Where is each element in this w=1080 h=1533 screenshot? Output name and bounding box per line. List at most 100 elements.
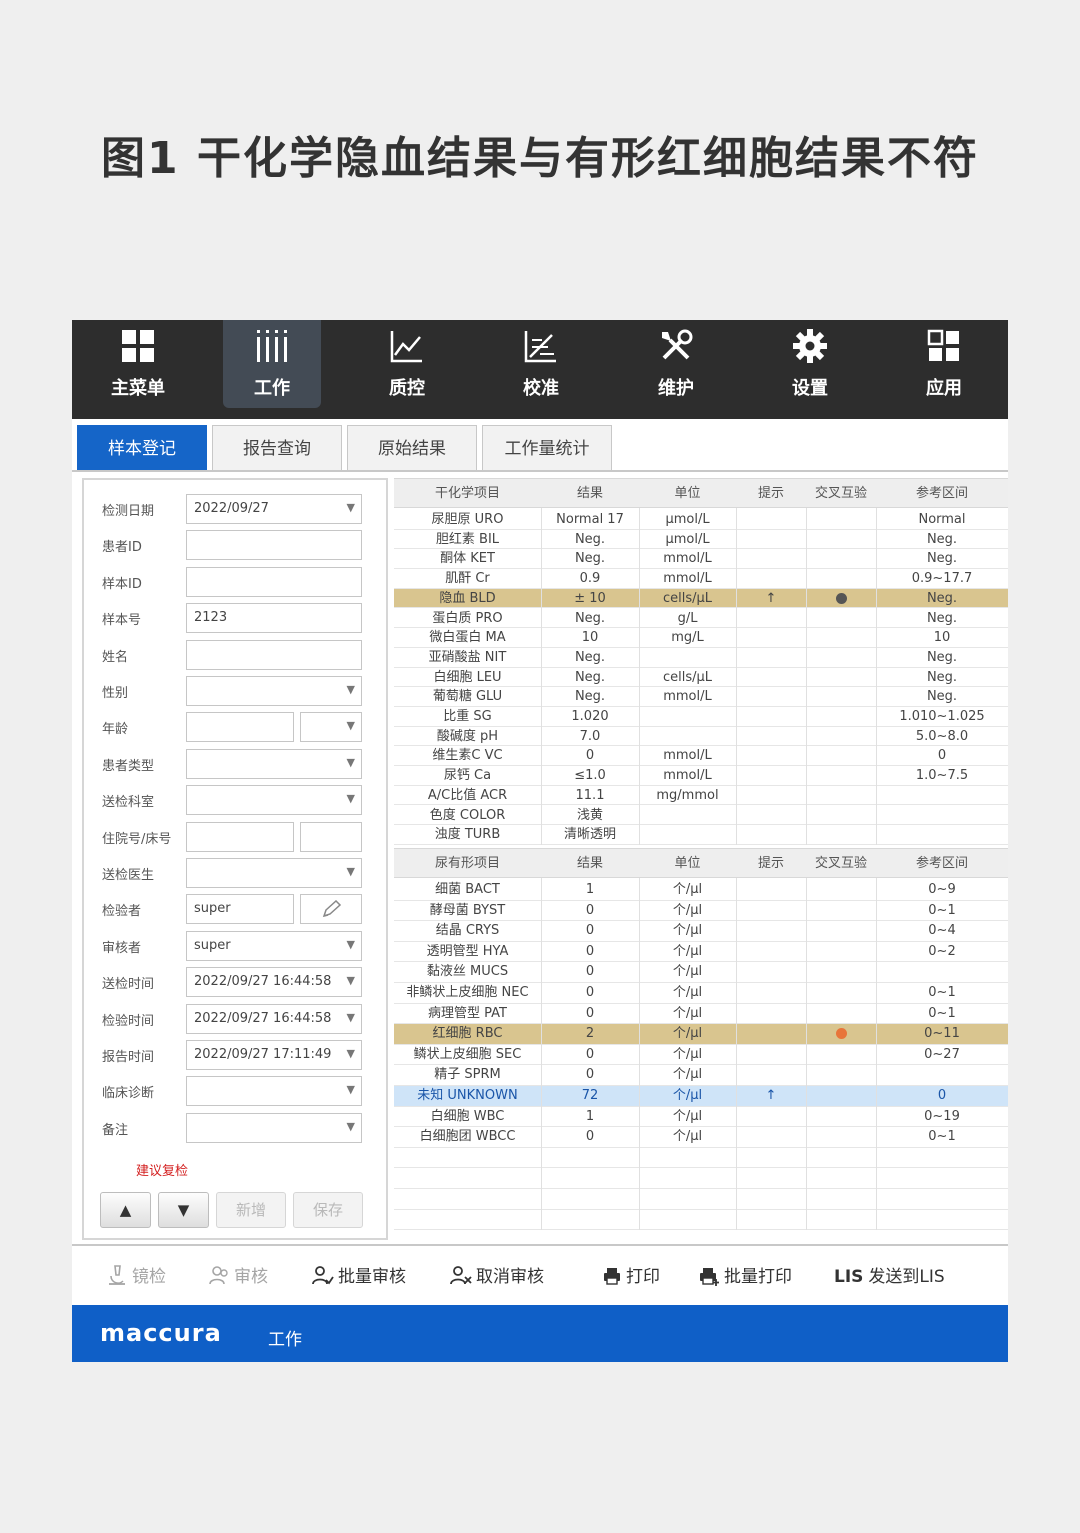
table-row[interactable]: 细菌 BACT 1 个/μl 0~9 xyxy=(394,880,1008,901)
form-select[interactable]: ▼ xyxy=(186,676,362,706)
table-row[interactable]: 色度 COLOR 浅黄 xyxy=(394,806,1008,826)
form-input[interactable]: super xyxy=(186,894,294,925)
tab-workload-stats[interactable]: 工作量统计 xyxy=(482,425,612,471)
table-cell: mmol/L xyxy=(663,551,712,567)
table-row[interactable]: 肌酐 Cr 0.9 mmol/L 0.9~17.7 xyxy=(394,569,1008,589)
table-row[interactable]: 红细胞 RBC 2 个/μl 0~11 xyxy=(394,1024,1008,1045)
form-select[interactable]: ▼ xyxy=(186,748,362,779)
table-row[interactable]: 结晶 CRYS 0 个/μl 0~4 xyxy=(394,921,1008,942)
table-row[interactable]: A/C比值 ACR 11.1 mg/mmol xyxy=(394,786,1008,806)
table-row[interactable] xyxy=(394,1210,1008,1231)
table-row[interactable]: 酮体 KET Neg. mmol/L Neg. xyxy=(394,549,1008,570)
edit-button[interactable] xyxy=(300,894,362,925)
table-row[interactable]: 比重 SG 1.020 1.010~1.025 xyxy=(394,707,1008,727)
column-header: 提示 xyxy=(757,486,784,501)
form-input[interactable] xyxy=(186,639,362,670)
tab-sample-registration[interactable]: 样本登记 xyxy=(77,425,207,471)
table-row[interactable]: 尿钙 Ca ≤1.0 mmol/L 1.0~7.5 xyxy=(394,766,1008,786)
table-row[interactable]: 鳞状上皮细胞 SEC 0 个/μl 0~27 xyxy=(394,1045,1008,1066)
table-cell: 色度 COLOR xyxy=(429,807,506,823)
table-row[interactable]: 尿胆原 URO Normal 17 μmol/L Normal xyxy=(394,510,1008,530)
next-sample-button[interactable]: ▼ xyxy=(158,1192,209,1228)
table-row[interactable]: 透明管型 HYA 0 个/μl 0~2 xyxy=(394,942,1008,963)
table-row[interactable]: 蛋白质 PRO Neg. g/L Neg. xyxy=(394,609,1008,629)
app-window: 主菜单 工作 质控 校准 维护 设置 应用 样本登记 报告查询 原始结果 工作量… xyxy=(72,320,1008,1362)
form-label: 送检时间 xyxy=(102,977,155,993)
table-cell: 1.010~1.025 xyxy=(899,709,985,724)
action-printer-button[interactable]: 打印 xyxy=(602,1262,660,1287)
form-input[interactable]: 2123 xyxy=(186,603,362,634)
table-cell: 肌酐 Cr xyxy=(445,571,490,587)
table-row[interactable]: 非鳞状上皮细胞 NEC 0 个/μl 0~1 xyxy=(394,983,1008,1004)
table-row[interactable] xyxy=(394,1168,1008,1189)
form-select[interactable]: 2022/09/27 ▼ xyxy=(186,494,362,524)
action-batch-print-button[interactable]: 批量打印 xyxy=(698,1262,792,1287)
table-cell: 个/μl xyxy=(672,964,703,980)
form-select[interactable]: ▼ xyxy=(186,785,362,816)
form-select[interactable]: 2022/09/27 17:11:49 ▼ xyxy=(186,1040,362,1070)
form-select[interactable]: ▼ xyxy=(186,1076,362,1107)
table-row[interactable]: 精子 SPRM 0 个/μl xyxy=(394,1065,1008,1086)
form-row: 送检时间 2022/09/27 16:44:58 ▼ xyxy=(84,967,384,998)
form-row: 送检科室 ▼ xyxy=(84,785,384,816)
form-select[interactable]: 2022/09/27 16:44:58 ▼ xyxy=(186,1003,362,1034)
table-row[interactable]: 酵母菌 BYST 0 个/μl 0~1 xyxy=(394,901,1008,922)
table-cell: 浊度 TURB xyxy=(434,827,501,843)
table-row[interactable]: 酸碱度 pH 7.0 5.0~8.0 xyxy=(394,727,1008,747)
table-row[interactable]: 浊度 TURB 清晰透明 xyxy=(394,825,1008,845)
table-row[interactable]: 胆红素 BIL Neg. μmol/L Neg. xyxy=(394,530,1008,550)
nav-maintenance[interactable]: 维护 xyxy=(627,320,725,408)
table-cell: 尿胆原 URO xyxy=(431,512,504,527)
table-row[interactable] xyxy=(394,1148,1008,1169)
table-row[interactable]: 维生素C VC 0 mmol/L 0 xyxy=(394,746,1008,767)
table-row[interactable]: 隐血 BLD ± 10 cells/μL ↑ Neg. xyxy=(394,588,1008,609)
column-divider xyxy=(639,878,640,1231)
action-lis-button[interactable]: LIS 发送到LIS xyxy=(834,1262,945,1287)
action-batch-review-button[interactable]: 批量审核 xyxy=(312,1262,406,1287)
form-value: 2022/09/27 17:11:49 xyxy=(194,1047,332,1062)
nav-apps[interactable]: 应用 xyxy=(895,320,993,408)
form-input[interactable] xyxy=(186,530,362,561)
form-input[interactable] xyxy=(186,821,294,852)
table-row[interactable]: 葡萄糖 GLU Neg. mmol/L Neg. xyxy=(394,687,1008,707)
form-select[interactable]: 2022/09/27 16:44:58 ▼ xyxy=(186,967,362,998)
action-cancel-review-button[interactable]: 取消审核 xyxy=(450,1262,544,1287)
table-row[interactable]: 微白蛋白 MA 10 mg/L 10 xyxy=(394,628,1008,648)
table-row[interactable] xyxy=(394,1189,1008,1210)
table-row[interactable]: 白细胞 WBC 1 个/μl 0~19 xyxy=(394,1107,1008,1128)
action-microscope-button[interactable]: 镜检 xyxy=(106,1262,166,1287)
previous-sample-button[interactable]: ▲ xyxy=(100,1192,151,1228)
add-button[interactable]: 新增 xyxy=(216,1192,286,1228)
table-cell: 0 xyxy=(585,1046,595,1062)
flag-up-arrow-icon: ↑ xyxy=(765,590,777,606)
form-row: 样本ID xyxy=(84,566,384,597)
form-input[interactable] xyxy=(186,712,294,743)
tab-report-query[interactable]: 报告查询 xyxy=(212,425,342,471)
table-row[interactable]: 亚硝酸盐 NIT Neg. Neg. xyxy=(394,648,1008,668)
table-cell: 个/μl xyxy=(672,1005,703,1021)
nav-work[interactable]: 工作 xyxy=(223,320,321,408)
page-title: 图1 干化学隐血结果与有形红细胞结果不符 xyxy=(101,133,979,184)
nav-main-menu[interactable]: 主菜单 xyxy=(89,320,187,408)
table-cell: 非鳞状上皮细胞 NEC xyxy=(406,985,529,1000)
nav-label: 维护 xyxy=(658,378,694,399)
form-unit-select[interactable]: ▼ xyxy=(300,712,362,743)
table-row[interactable]: 未知 UNKNOWN 72 个/μl ↑ 0 xyxy=(394,1086,1008,1107)
form-select[interactable]: ▼ xyxy=(186,858,362,888)
table-row[interactable]: 白细胞团 WBCC 0 个/μl 0~1 xyxy=(394,1127,1008,1148)
nav-calibration[interactable]: 校准 xyxy=(492,320,590,408)
nav-settings[interactable]: 设置 xyxy=(761,320,859,408)
status-dot-icon xyxy=(835,592,847,604)
form-select[interactable]: ▼ xyxy=(186,1112,362,1143)
table-row[interactable]: 黏液丝 MUCS 0 个/μl xyxy=(394,962,1008,983)
nav-quality-control[interactable]: 质控 xyxy=(358,320,456,408)
table-row[interactable]: 白细胞 LEU Neg. cells/μL Neg. xyxy=(394,668,1008,688)
table-row[interactable]: 病理管型 PAT 0 个/μl 0~1 xyxy=(394,1004,1008,1025)
form-select[interactable]: super ▼ xyxy=(186,930,362,961)
save-button[interactable]: 保存 xyxy=(293,1192,363,1228)
table-cell: 结晶 CRYS xyxy=(435,923,500,939)
form-input[interactable] xyxy=(186,566,362,597)
tab-raw-results[interactable]: 原始结果 xyxy=(347,425,477,471)
action-user-review-button[interactable]: 审核 xyxy=(208,1262,268,1287)
form-input-secondary[interactable] xyxy=(300,821,362,852)
